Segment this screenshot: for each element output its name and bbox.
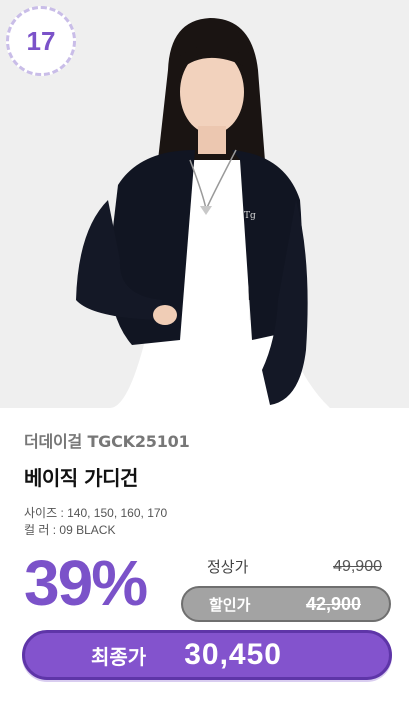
- product-info: 더데이걸 TGCK25101 베이직 가디건 사이즈 : 140, 150, 1…: [24, 428, 393, 539]
- sale-price-label: 할인가: [209, 595, 251, 614]
- final-price-label: 최종가: [91, 644, 147, 669]
- regular-price-label: 정상가: [207, 558, 249, 576]
- spec-size: 사이즈 : 140, 150, 160, 170: [24, 506, 168, 520]
- svg-text:Tg: Tg: [244, 211, 256, 221]
- rank-badge: 17: [6, 6, 76, 76]
- regular-price-row: 정상가 49,900: [207, 556, 382, 577]
- rank-number: 17: [26, 25, 56, 56]
- final-price-value: 30,450: [184, 638, 282, 671]
- brand-code: 더데이걸 TGCK25101: [24, 432, 190, 451]
- discount-rate: 39%: [24, 547, 148, 619]
- sale-price-pill: 할인가 42,900: [181, 586, 391, 622]
- sale-price-value: 42,900: [305, 593, 361, 614]
- product-name[interactable]: 베이직 가디건: [24, 462, 393, 491]
- final-price-button[interactable]: 최종가 30,450: [22, 630, 392, 680]
- regular-price-value: 49,900: [333, 557, 382, 575]
- spec-color: 컬 러 : 09 BLACK: [24, 523, 116, 537]
